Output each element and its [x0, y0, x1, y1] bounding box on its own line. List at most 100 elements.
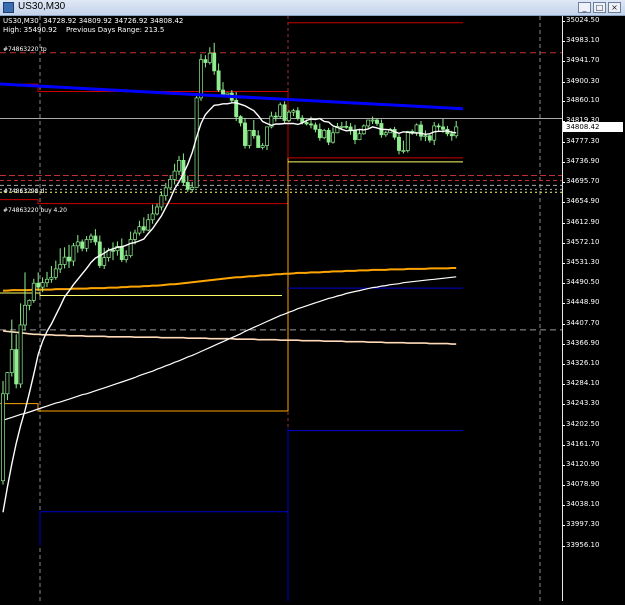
y-tick-label: 34202.50 [566, 419, 600, 428]
y-tick-mark [562, 464, 565, 466]
candle-body [309, 123, 313, 126]
candle-body [58, 264, 63, 270]
candle-body [370, 119, 375, 122]
y-tick-mark [562, 81, 565, 83]
candle-body [27, 300, 32, 306]
candle-body [155, 206, 159, 215]
label-s2: S 2 [293, 477, 308, 487]
y-tick-label: 34490.50 [566, 277, 600, 286]
y-tick-mark [562, 101, 565, 103]
candle-body [23, 304, 27, 326]
y-tick-label: 34284.10 [566, 379, 600, 388]
y-tick-label: 34243.30 [566, 399, 600, 408]
candle-body [67, 256, 71, 262]
candle-body [331, 132, 335, 143]
y-tick-label: 34941.70 [566, 56, 600, 65]
y-tick-mark [562, 303, 565, 305]
candle-body [18, 324, 23, 385]
candle-body [146, 219, 151, 231]
candle-body [172, 170, 177, 180]
candle-body [75, 241, 80, 247]
y-tick-label: 34448.90 [566, 298, 600, 307]
y-tick-mark [562, 282, 565, 284]
candle-body [71, 245, 76, 262]
y-tick-label: 33956.10 [566, 540, 600, 549]
maximize-button[interactable]: □ [593, 2, 606, 13]
candle-body [111, 249, 115, 252]
y-tick-mark [562, 343, 565, 345]
candle-body [291, 110, 296, 113]
candle-body [427, 135, 432, 141]
y-tick-label: 34326.10 [566, 358, 600, 367]
candle-body [45, 278, 49, 284]
info-range: High: 35490.92 Previous Days Range: 213.… [3, 26, 165, 34]
candle-body [216, 70, 221, 91]
candle-body [159, 195, 164, 208]
y-tick-mark [562, 404, 565, 406]
candle-body [102, 257, 107, 266]
candle-body [392, 129, 397, 138]
prev-pivot-line [0, 199, 288, 205]
candle-body [260, 145, 265, 148]
y-tick-label: 34366.90 [566, 338, 600, 347]
y-tick-label: 35024.50 [566, 15, 600, 24]
current-price-box: 34808.42 [563, 121, 623, 132]
window-title: US30,M30 [18, 1, 66, 12]
candle-body [366, 119, 371, 127]
prev-s3-line [39, 428, 289, 546]
close-button[interactable]: × [608, 2, 621, 13]
candle-body [207, 52, 212, 63]
candle-body [282, 104, 287, 121]
ma-200-line [2, 276, 457, 421]
order-tag-tp: #74863220 tp [3, 46, 47, 53]
y-tick-mark [562, 182, 565, 184]
candle-body [203, 59, 208, 63]
y-tick-label: 33997.30 [566, 520, 600, 529]
candle-body [14, 349, 19, 385]
candle-body [273, 115, 278, 118]
info-ohlc: US30,M30 34728.92 34809.92 34726.92 3480… [3, 17, 184, 25]
candle-body [225, 92, 230, 95]
trendline [0, 82, 464, 111]
y-tick-mark [562, 525, 565, 527]
y-tick-label: 34983.10 [566, 35, 600, 44]
candle-body [405, 130, 410, 151]
label-pivot-point: Pivot Point [293, 184, 341, 194]
candle-body [419, 124, 423, 137]
candle-body [287, 111, 291, 121]
y-tick-mark [562, 61, 565, 63]
candle-body [221, 89, 225, 95]
candle-body [265, 126, 269, 146]
y-tick-mark [562, 142, 565, 143]
y-tick-mark [562, 20, 565, 22]
candle-body [133, 232, 137, 240]
candle-body [80, 241, 85, 249]
ma-slow-line [2, 330, 457, 345]
chart-canvas[interactable] [0, 16, 625, 601]
candle-body [449, 133, 454, 137]
minimize-button[interactable]: _ [578, 2, 591, 13]
y-tick-label: 34407.70 [566, 318, 600, 327]
candle-body [322, 129, 327, 139]
candle-body [397, 136, 401, 151]
candle-body [163, 187, 168, 197]
candle-body [339, 126, 344, 128]
chart-area[interactable] [0, 16, 625, 601]
candle-body [212, 52, 217, 72]
y-tick-label: 34078.90 [566, 480, 600, 489]
candle-body [454, 126, 459, 137]
y-tick-label: 34161.70 [566, 439, 600, 448]
y-tick-label: 34612.90 [566, 217, 600, 226]
candle-body [89, 235, 93, 240]
y-tick-mark [562, 161, 565, 163]
y-tick-mark [562, 545, 565, 547]
candle-body [414, 124, 419, 134]
label-r1: R 1 [293, 28, 308, 38]
candle-body [401, 150, 406, 152]
y-tick-label: 34900.30 [566, 76, 600, 85]
candle-body [304, 122, 309, 125]
candle-body [238, 116, 243, 124]
candle-body [375, 119, 379, 124]
candle-body [383, 132, 388, 136]
candle-body [128, 239, 133, 257]
